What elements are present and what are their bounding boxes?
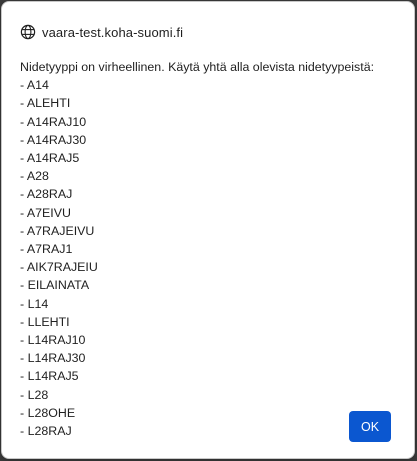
list-item: - L28 [20,387,49,402]
dialog-origin: vaara-test.koha-suomi.fi [42,24,184,40]
list-item: - A14RAJ10 [20,114,87,129]
list-item: - L28OHE [20,405,76,420]
list-item: - A28 [20,169,49,184]
list-item: - L14RAJ30 [20,351,86,366]
list-item: - L14RAJ10 [20,333,86,348]
alert-dialog: vaara-test.koha-suomi.fi Nidetyyppi on v… [1,1,415,459]
list-item: - LLEHTI [20,314,70,329]
dialog-header: vaara-test.koha-suomi.fi [20,22,183,42]
globe-icon [20,24,36,40]
list-item: - EILAINATA [20,278,90,293]
list-item: - A14RAJ5 [20,151,80,166]
message-intro: Nidetyyppi on virheellinen. Käytä yhtä a… [20,60,375,74]
list-item: - A28RAJ [20,187,73,202]
list-item: - L28RAJ [20,424,72,439]
list-item: - A7RAJEIVU [20,223,95,238]
ok-button[interactable]: OK [349,411,391,442]
list-item: - ALEHTI [20,96,71,111]
list-item: - A7EIVU [20,205,71,220]
dialog-message: Nidetyyppi on virheellinen. Käytä yhtä a… [20,58,400,440]
list-item: - L14 [20,296,49,311]
list-item: - A14RAJ30 [20,132,87,147]
list-item: - L14RAJ5 [20,369,79,384]
list-item: - A7RAJ1 [20,242,73,257]
item-type-list: - A14 - ALEHTI - A14RAJ10 - A14RAJ30 - A… [20,76,400,440]
list-item: - AIK7RAJEIU [20,260,98,275]
list-item: - A14 [20,78,49,93]
